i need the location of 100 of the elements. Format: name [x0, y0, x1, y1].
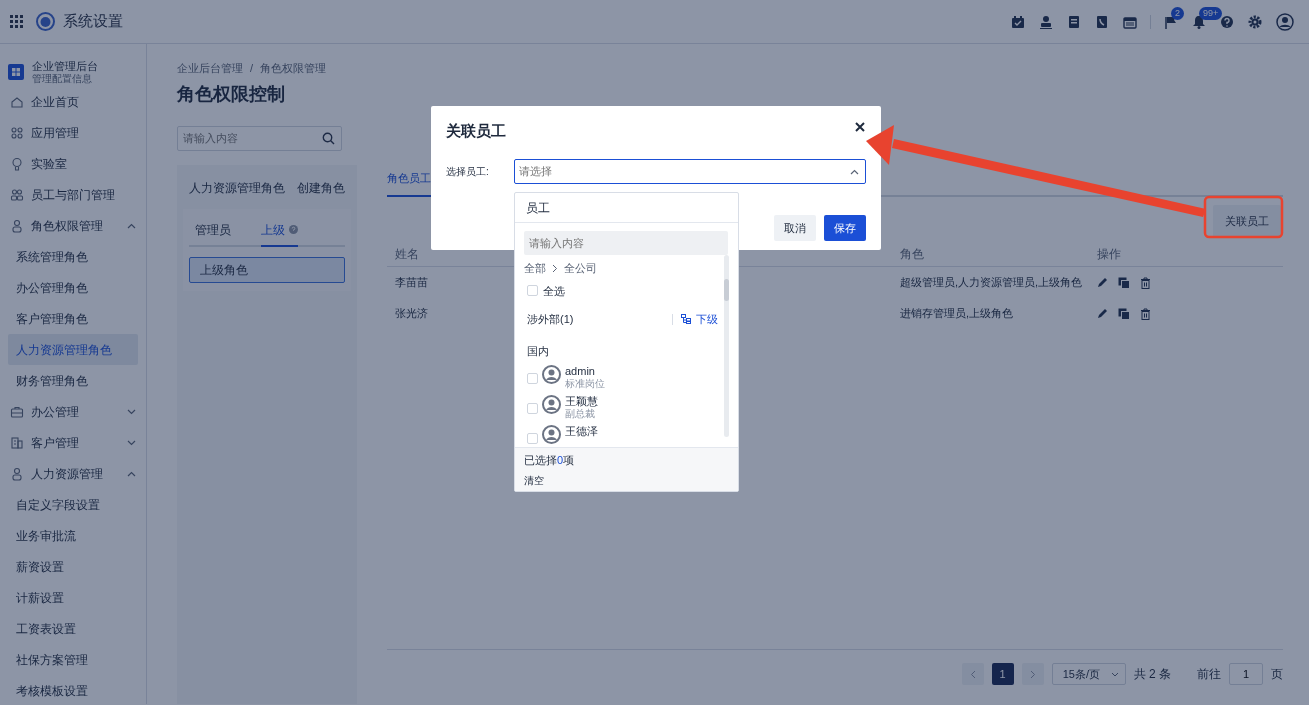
- copy-icon[interactable]: [1118, 276, 1130, 289]
- flag-icon[interactable]: [1164, 14, 1178, 29]
- people-icon: [10, 187, 24, 202]
- create-role-link[interactable]: 创建角色: [297, 178, 345, 197]
- checkbox-label: 全选: [543, 283, 565, 299]
- checkbox[interactable]: [527, 373, 538, 384]
- sidebar-subitem[interactable]: 业务审批流: [8, 520, 138, 551]
- chevron-up-icon[interactable]: [127, 470, 136, 477]
- table-cell-text: 张光济: [394, 306, 429, 322]
- sidebar-item[interactable]: 客户管理: [31, 433, 120, 452]
- sidebar-subitem[interactable]: 薪资设置: [8, 551, 138, 582]
- avatar-icon: [542, 425, 561, 444]
- sidebar-item[interactable]: 应用管理: [31, 123, 136, 142]
- edit-icon[interactable]: [1097, 277, 1108, 288]
- breadcrumb-item[interactable]: 企业后台管理: [177, 62, 243, 74]
- sidebar-item[interactable]: 人力资源管理: [31, 464, 120, 483]
- sidebar-subitem[interactable]: 计薪设置: [8, 582, 138, 613]
- phone-icon[interactable]: [1095, 14, 1109, 29]
- path-item[interactable]: 全公司: [564, 260, 597, 277]
- sidebar-item[interactable]: 实验室: [31, 154, 136, 173]
- avatar-icon: [542, 365, 561, 384]
- employee-select[interactable]: 请选择: [514, 158, 866, 184]
- checkbox[interactable]: [527, 403, 538, 414]
- sidebar-subitem[interactable]: 自定义字段设置: [8, 489, 138, 520]
- sidebar-item[interactable]: 办公管理: [31, 402, 120, 421]
- chevron-right-icon: [552, 263, 558, 273]
- chevron-down-icon: [1110, 671, 1119, 677]
- employee-title: 标准岗位: [565, 378, 605, 389]
- scrollbar[interactable]: [724, 255, 729, 437]
- bell-icon[interactable]: [1192, 14, 1206, 29]
- building-icon: [10, 435, 24, 450]
- calendar-icon[interactable]: [1123, 14, 1137, 29]
- checkbox[interactable]: [527, 285, 538, 297]
- chevron-down-icon[interactable]: [127, 439, 136, 446]
- page-input[interactable]: 1: [1229, 663, 1263, 685]
- employee-name: admin: [565, 365, 596, 378]
- group-title: 国内: [526, 343, 550, 359]
- chevron-down-icon[interactable]: [127, 408, 136, 415]
- calendar-check-icon[interactable]: [1011, 14, 1025, 29]
- clear-link[interactable]: 清空: [524, 472, 729, 488]
- sidebar-subitem[interactable]: 办公管理角色: [8, 272, 138, 303]
- sidebar-item[interactable]: 企业首页: [31, 92, 136, 111]
- role-item[interactable]: 上级角色: [189, 256, 345, 283]
- breadcrumb-item[interactable]: 角色权限管理: [260, 62, 327, 74]
- department-name: 涉外部(1): [527, 312, 574, 327]
- delete-icon[interactable]: [1140, 276, 1151, 289]
- table-cell-text: 李苗苗: [394, 275, 429, 291]
- total-count: 共 2 条: [1133, 666, 1171, 683]
- tab[interactable]: 上级: [261, 214, 298, 247]
- dropdown-header: 员工: [515, 193, 738, 223]
- settings-icon[interactable]: [1248, 14, 1262, 29]
- user-icon[interactable]: [1039, 14, 1053, 29]
- column-header: 操作: [1089, 241, 1283, 267]
- tab[interactable]: 管理员: [195, 214, 231, 247]
- page-button[interactable]: 1: [991, 663, 1014, 685]
- chevron-right-icon: [1029, 669, 1036, 679]
- employee-title: 副总裁: [565, 408, 596, 419]
- employee-name: 王德泽: [565, 425, 598, 438]
- org-subtitle: 管理配置信息: [32, 72, 93, 85]
- logo-icon: [36, 12, 55, 31]
- chevron-up-icon: [850, 168, 859, 175]
- sidebar-subitem[interactable]: 客户管理角色: [8, 303, 138, 334]
- sidebar-subitem[interactable]: 人力资源管理角色: [8, 334, 138, 365]
- apps-grid-icon[interactable]: [10, 15, 23, 28]
- sidebar-item[interactable]: 员工与部门管理: [31, 185, 136, 204]
- search-field[interactable]: 请输入内容: [524, 231, 728, 255]
- person-icon: [10, 218, 24, 233]
- edit-icon[interactable]: [1097, 308, 1108, 319]
- chevron-up-icon[interactable]: [127, 222, 136, 229]
- sidebar-subitem[interactable]: 工资表设置: [8, 613, 138, 644]
- delete-icon[interactable]: [1140, 307, 1151, 320]
- document-icon[interactable]: [1067, 14, 1081, 29]
- save-button[interactable]: 保存: [824, 214, 866, 241]
- avatar-icon: [542, 395, 561, 414]
- table-cell-text: 进销存管理员,上级角色: [899, 306, 1015, 322]
- path-item[interactable]: 全部: [524, 260, 546, 277]
- search-field[interactable]: 请输入内容: [177, 125, 342, 151]
- checkbox[interactable]: [527, 433, 538, 444]
- page-size-select[interactable]: 15条/页: [1051, 663, 1126, 685]
- column-header: 角色: [892, 241, 1089, 267]
- selection-count: 已选择0项: [524, 453, 576, 468]
- app-title: 系统设置: [63, 11, 123, 32]
- lightbulb-icon: [10, 156, 24, 171]
- copy-icon[interactable]: [1118, 307, 1130, 320]
- help-icon[interactable]: [1220, 14, 1234, 29]
- tree-icon: [681, 314, 691, 325]
- link-employee-button[interactable]: 关联员工: [1213, 204, 1281, 237]
- person-icon: [10, 466, 24, 481]
- sidebar-subitem[interactable]: 社保方案管理: [8, 644, 138, 675]
- chevron-left-icon: [969, 669, 976, 679]
- page-title: 角色权限控制: [177, 82, 286, 106]
- avatar-icon[interactable]: [1276, 12, 1294, 31]
- page-suffix: 页: [1271, 666, 1283, 683]
- sidebar-item[interactable]: 角色权限管理: [31, 216, 120, 235]
- cancel-button[interactable]: 取消: [774, 214, 816, 241]
- sidebar-subitem[interactable]: 考核模板设置: [8, 675, 138, 705]
- table-cell-text: 超级管理员,人力资源管理员,上级角色: [899, 275, 1084, 291]
- sidebar-subitem[interactable]: 财务管理角色: [8, 365, 138, 396]
- field-label: 选择员工:: [446, 164, 490, 179]
- sidebar-subitem[interactable]: 系统管理角色: [8, 241, 138, 272]
